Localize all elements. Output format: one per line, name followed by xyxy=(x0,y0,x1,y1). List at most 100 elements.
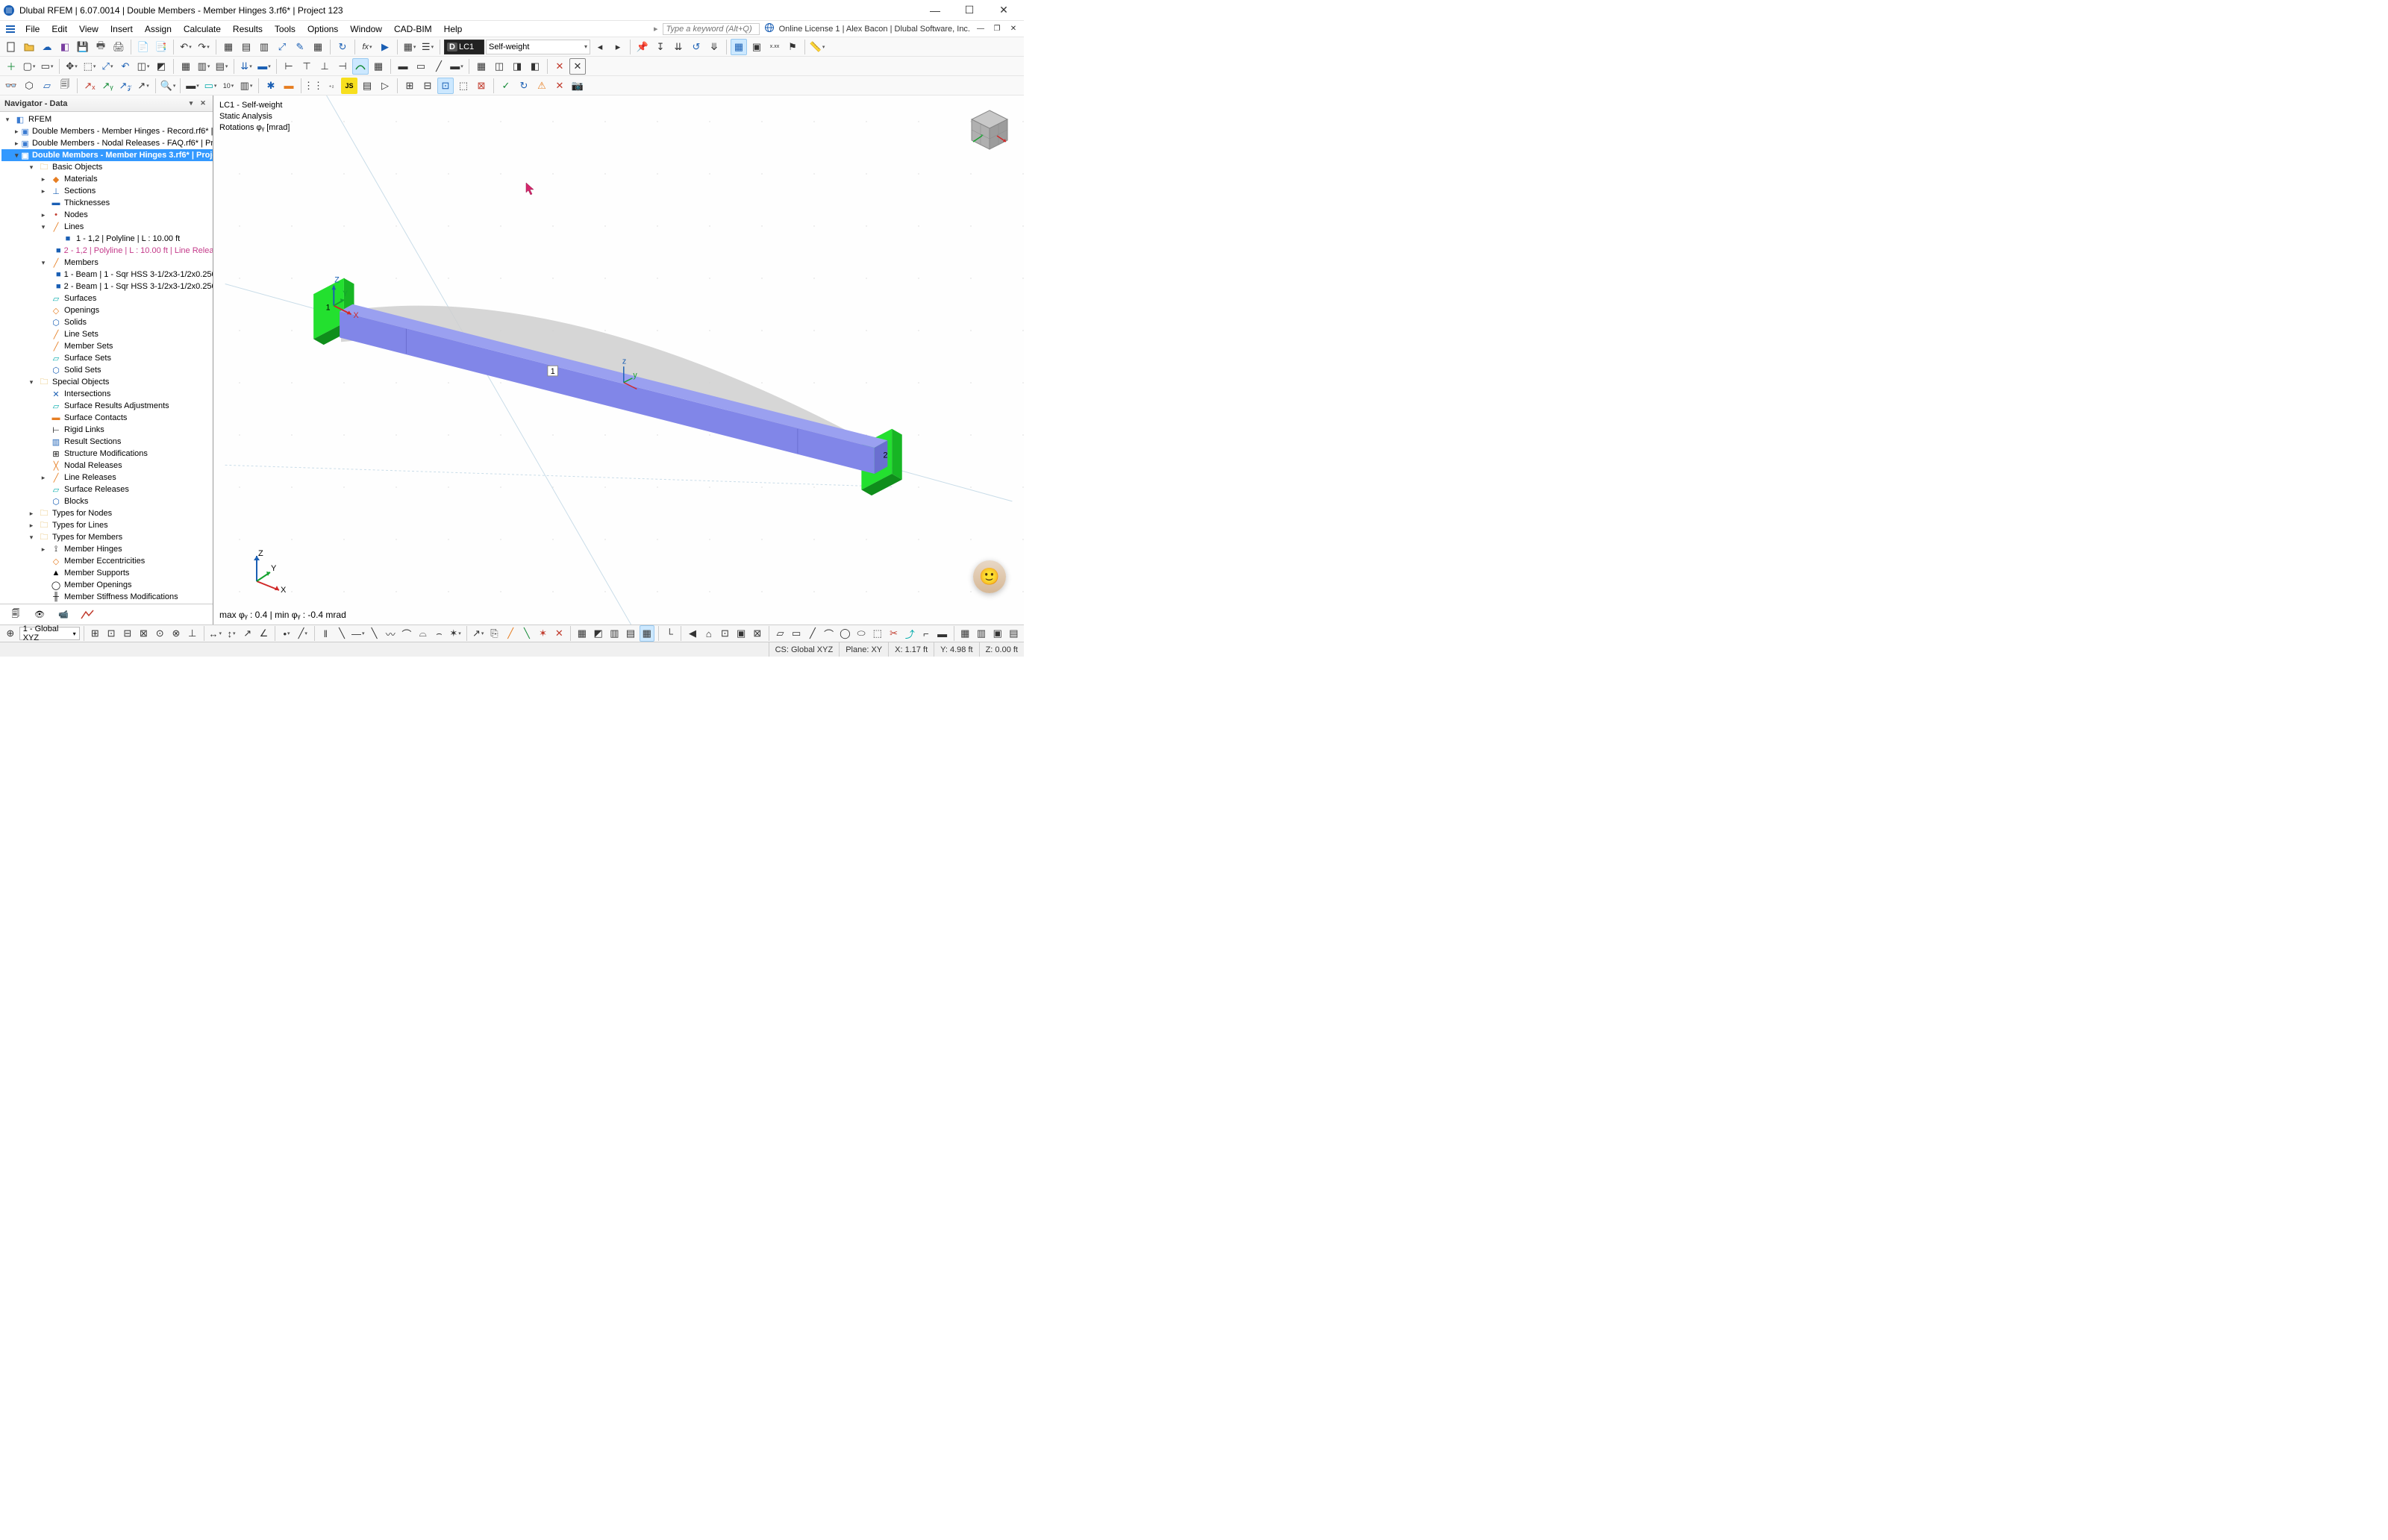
tree-member-hinges[interactable]: ▸⟟Member Hinges xyxy=(1,543,213,555)
play-button[interactable]: ▷ xyxy=(377,78,393,94)
snap-per-button[interactable]: ⊥ xyxy=(185,625,200,642)
tree-result-sections[interactable]: ·▥Result Sections xyxy=(1,436,213,448)
snap-mid-button[interactable]: ⊠ xyxy=(137,625,151,642)
nav-views-tab-button[interactable]: 📹 xyxy=(55,607,72,623)
snap-grid-button[interactable]: ⊞ xyxy=(87,625,102,642)
tables-3-button[interactable]: ▥ xyxy=(256,39,272,55)
tree-thicknesses[interactable]: ·▬Thicknesses xyxy=(1,197,213,209)
mesh-button[interactable]: ✱ xyxy=(263,78,279,94)
border-del-button[interactable]: ✕ xyxy=(569,58,586,75)
zoom-window-button[interactable]: ⬚▾ xyxy=(81,58,98,75)
check4-button[interactable]: ⬚ xyxy=(455,78,472,94)
assistant-avatar-button[interactable]: 🙂 xyxy=(973,560,1006,593)
snap-int-button[interactable]: ⊗ xyxy=(169,625,184,642)
line-draw-button[interactable]: ╱ xyxy=(805,625,820,642)
layer-button[interactable]: ▥ xyxy=(974,625,989,642)
tree-types-members[interactable]: ▾🗀Types for Members xyxy=(1,531,213,543)
select-drop-button[interactable]: ▢▾ xyxy=(21,58,37,75)
tree-project-0[interactable]: ▸▣Double Members - Member Hinges - Recor… xyxy=(1,125,213,137)
cloud-button[interactable]: ☁ xyxy=(39,39,55,55)
loadcase-code-combo[interactable]: DLC1 xyxy=(444,40,484,54)
plane-button[interactable]: ▱ xyxy=(39,78,55,94)
view-nav-button[interactable]: ✥▾ xyxy=(63,58,80,75)
check1-button[interactable]: ⊞ xyxy=(401,78,418,94)
dim-x-button[interactable]: ↔▾ xyxy=(207,625,222,642)
circle-draw-button[interactable]: ◯ xyxy=(838,625,853,642)
mesh-quad-button[interactable]: ▥ xyxy=(607,625,622,642)
model-manager-button[interactable]: ◧ xyxy=(57,39,73,55)
render-mode-button[interactable]: ▬▾ xyxy=(184,78,201,94)
color-plot-button[interactable]: ▬▾ xyxy=(448,58,465,75)
meas-button[interactable]: ✎ xyxy=(292,39,308,55)
menu-cad-bim[interactable]: CAD-BIM xyxy=(388,22,438,37)
tree-materials[interactable]: ▸◆Materials xyxy=(1,173,213,185)
valid-warn-button[interactable]: ⚠ xyxy=(534,78,550,94)
tree-member-sets[interactable]: ·╱Member Sets xyxy=(1,340,213,352)
tree-surface-releases[interactable]: ·▱Surface Releases xyxy=(1,483,213,495)
support-5-button[interactable]: ⊠ xyxy=(750,625,765,642)
color-line-button[interactable]: ╱ xyxy=(431,58,447,75)
rect-dashed-button[interactable]: ⬚ xyxy=(870,625,885,642)
coord-system-combo[interactable]: 1 - Global XYZ▾ xyxy=(19,627,80,640)
nav-data-tab-button[interactable]: 🗐 xyxy=(7,607,24,623)
save-button[interactable]: 💾 xyxy=(75,39,91,55)
tree-intersections[interactable]: ·✕Intersections xyxy=(1,388,213,400)
menu-view[interactable]: View xyxy=(73,22,104,37)
tree-sections[interactable]: ▸⊥Sections xyxy=(1,185,213,197)
res-iso-button[interactable]: ▦ xyxy=(370,58,387,75)
fe-num-button[interactable]: ⋮⋮ xyxy=(305,78,322,94)
draw-node-button[interactable]: •▾ xyxy=(279,625,294,642)
move-button[interactable]: ↗▾ xyxy=(471,625,486,642)
tree-member-nonlin[interactable]: ·～Member Nonlinearities xyxy=(1,603,213,604)
tree-member-2[interactable]: ·■2 - Beam | 1 - Sqr HSS 3-1/2x3-1/2x0.2… xyxy=(1,281,213,292)
res-n-button[interactable]: ⊢ xyxy=(281,58,297,75)
tree-surf-contacts[interactable]: ·▬Surface Contacts xyxy=(1,412,213,424)
modify-1-button[interactable]: ‖ xyxy=(318,625,333,642)
surface-render-button[interactable]: ▬ xyxy=(281,78,297,94)
modify-4-button[interactable]: ╲ xyxy=(367,625,382,642)
tree-member-1[interactable]: ·■1 - Beam | 1 - Sqr HSS 3-1/2x3-1/2x0.2… xyxy=(1,269,213,281)
nav-results-tab-button[interactable] xyxy=(79,607,96,623)
dim-ang-button[interactable]: ∠ xyxy=(257,625,272,642)
tree-line-1[interactable]: ·■1 - 1,2 | Polyline | L : 10.00 ft xyxy=(1,233,213,245)
tree-member-openings[interactable]: ·◯Member Openings xyxy=(1,579,213,591)
keyword-search-input[interactable] xyxy=(663,23,760,35)
extend-button[interactable]: ⤴ xyxy=(902,625,917,642)
mesh-auto-button[interactable]: ▦ xyxy=(640,625,654,642)
tree-project-1[interactable]: ▸▣Double Members - Nodal Releases - FAQ.… xyxy=(1,137,213,149)
tree-solid-sets[interactable]: ·⬡Solid Sets xyxy=(1,364,213,376)
tree-members[interactable]: ▾╱Members xyxy=(1,257,213,269)
tree-special-objects[interactable]: ▾🗀Special Objects xyxy=(1,376,213,388)
axis-x-button[interactable]: ↗ₓ xyxy=(81,78,98,94)
menu-file[interactable]: File xyxy=(19,22,46,37)
tree-line-releases[interactable]: ▸╱Line Releases xyxy=(1,472,213,483)
js-button[interactable]: JS xyxy=(341,78,357,94)
menu-calculate[interactable]: Calculate xyxy=(178,22,227,37)
render-button[interactable]: ◧ xyxy=(527,58,543,75)
ellipse-draw-button[interactable]: ⬭ xyxy=(854,625,869,642)
print-button[interactable]: 🖨 xyxy=(110,39,127,55)
valid-err-button[interactable]: ✕ xyxy=(551,78,568,94)
section-button[interactable]: ▥▾ xyxy=(196,58,212,75)
snap-obj-button[interactable]: ⊡ xyxy=(104,625,119,642)
tree-project-2[interactable]: ▾▣Double Members - Member Hinges 3.rf6* … xyxy=(1,149,213,161)
mesh-tri-button[interactable]: ◩ xyxy=(591,625,606,642)
new-file-button[interactable] xyxy=(3,39,19,55)
tree-member-supports[interactable]: ·▲Member Supports xyxy=(1,567,213,579)
display-xxx-button[interactable]: x.xx xyxy=(766,39,783,55)
mdi-close-button[interactable]: ✕ xyxy=(1007,23,1019,35)
nav-display-tab-button[interactable]: 👁 xyxy=(31,607,48,623)
cs-button[interactable]: ⊕ xyxy=(3,625,18,642)
view-iso-button[interactable]: ◫▾ xyxy=(135,58,151,75)
tables-button[interactable]: ▦ xyxy=(220,39,237,55)
menu-results[interactable]: Results xyxy=(227,22,269,37)
clip-button[interactable]: ▦ xyxy=(178,58,194,75)
check-del-button[interactable]: ⊠ xyxy=(473,78,490,94)
check2-button[interactable]: ⊟ xyxy=(419,78,436,94)
close-button[interactable]: ✕ xyxy=(987,0,1021,21)
dim-z-button[interactable]: ↗ xyxy=(240,625,255,642)
tree-openings[interactable]: ·◇Openings xyxy=(1,304,213,316)
lc-next-button[interactable]: ▸ xyxy=(610,39,626,55)
menu-help[interactable]: Help xyxy=(438,22,469,37)
tables-2-button[interactable]: ▤ xyxy=(238,39,254,55)
